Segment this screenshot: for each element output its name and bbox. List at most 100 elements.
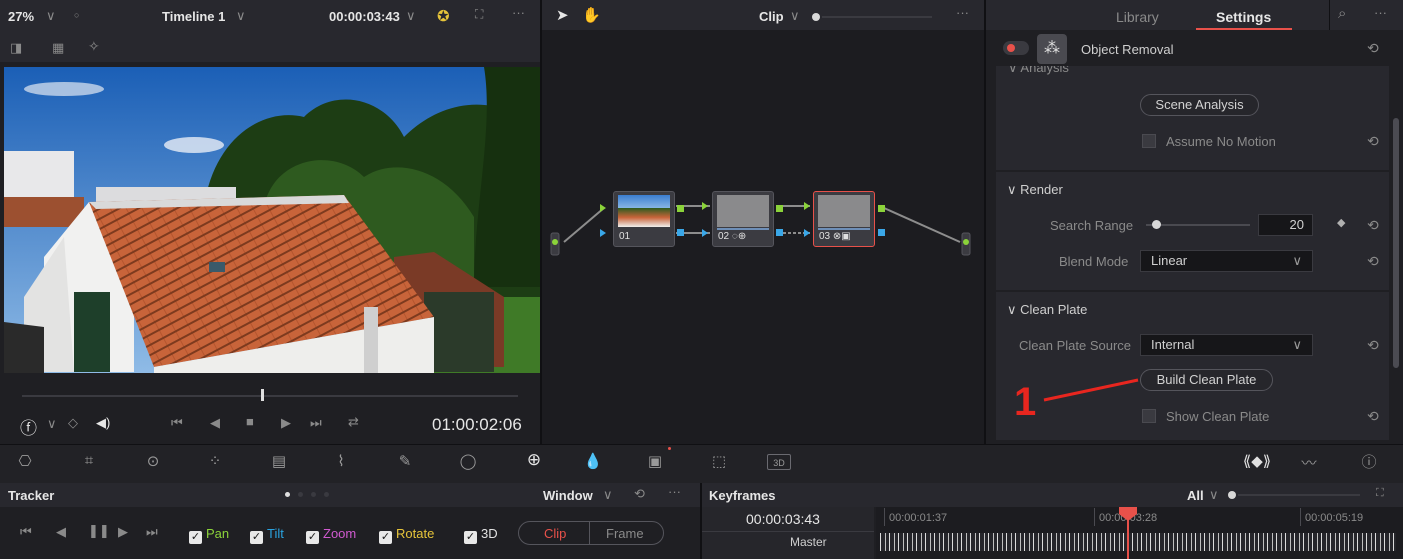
reset-icon[interactable]: ⟲	[634, 486, 645, 502]
more-icon[interactable]: ···	[668, 484, 681, 499]
camera-raw-icon[interactable]: ⎔	[12, 452, 38, 470]
build-clean-plate-button[interactable]: Build Clean Plate	[1140, 369, 1273, 391]
viewer-image[interactable]	[4, 67, 540, 373]
chevron-down-icon[interactable]: ∨	[236, 8, 246, 24]
pan-checkbox[interactable]: ✓ Pan	[189, 526, 229, 544]
scrollbar-thumb[interactable]	[1393, 118, 1399, 368]
hand-icon[interactable]: ✋	[582, 6, 601, 24]
search-icon[interactable]: ⌕	[1338, 5, 1346, 22]
node-output-port[interactable]	[677, 205, 684, 212]
keyframe-diamond-icon[interactable]: ◆	[1337, 216, 1345, 229]
tab-library[interactable]: Library	[1116, 9, 1159, 25]
keyframes-filter-dropdown[interactable]: All	[1187, 488, 1204, 503]
node-output-port[interactable]	[878, 229, 885, 236]
search-range-slider[interactable]	[1146, 224, 1250, 226]
track-forward-end-icon[interactable]: ⏭	[146, 524, 158, 540]
key-icon[interactable]: ▣	[642, 452, 668, 470]
effect-toggle[interactable]	[1003, 41, 1029, 55]
node-zoom-slider[interactable]	[822, 16, 932, 18]
rgb-mixer-icon[interactable]: ▤	[266, 452, 292, 470]
tab-settings[interactable]: Settings	[1216, 9, 1271, 25]
reset-icon[interactable]: ⟲	[1367, 40, 1379, 57]
reset-icon[interactable]: ⟲	[1367, 253, 1379, 270]
reset-icon[interactable]: ⟲	[1367, 408, 1379, 425]
reset-icon[interactable]: ⟲	[1367, 217, 1379, 234]
node-output-port[interactable]	[878, 205, 885, 212]
page-dot[interactable]	[298, 492, 303, 497]
fullscreen-icon[interactable]: ⛶	[1376, 487, 1384, 500]
node-mode-dropdown[interactable]: Clip	[759, 9, 784, 24]
chevron-down-icon[interactable]: ∨	[603, 487, 613, 503]
node-03[interactable]: 03 ⊗▣	[813, 191, 875, 247]
page-dot[interactable]	[311, 492, 316, 497]
node-output-port[interactable]	[776, 229, 783, 236]
track-reverse-icon[interactable]: ◀	[56, 524, 66, 540]
keyframes-zoom-slider[interactable]	[1238, 494, 1360, 496]
3d-palette-button[interactable]: 3D	[767, 454, 791, 470]
sizing-icon[interactable]: ⬚	[706, 452, 732, 470]
keyframes-palette-icon[interactable]: ⟪◆⟫	[1242, 452, 1272, 470]
playhead-marker[interactable]	[1119, 507, 1137, 521]
viewer-scrubber-track[interactable]	[22, 395, 518, 397]
more-icon[interactable]: ···	[1374, 5, 1387, 20]
go-to-end-icon[interactable]: ⏭	[310, 415, 322, 431]
clean-plate-source-dropdown[interactable]: Internal ∨	[1140, 334, 1313, 356]
qualifier-icon[interactable]: ✎	[392, 452, 418, 470]
play-icon[interactable]: ▶	[281, 415, 291, 431]
pointer-icon[interactable]: ➤	[556, 6, 569, 24]
tracker-window-dropdown[interactable]: Window	[543, 488, 593, 503]
node-output-port[interactable]	[776, 205, 783, 212]
color-wheels-icon[interactable]: ⊙	[140, 452, 166, 470]
fullscreen-icon[interactable]: ⛶	[475, 7, 483, 22]
keyframe-track-master[interactable]	[880, 533, 1396, 551]
zoom-checkbox[interactable]: ✓ Zoom	[306, 526, 356, 544]
node-01[interactable]: 01	[613, 191, 675, 247]
keyframes-playhead[interactable]	[1127, 519, 1129, 559]
track-forward-icon[interactable]: ▶	[118, 524, 128, 540]
layers-icon[interactable]: ◇	[68, 415, 78, 431]
blend-mode-dropdown[interactable]: Linear ∨	[1140, 250, 1313, 272]
node-zoom-slider-handle[interactable]	[812, 13, 820, 21]
more-icon[interactable]: ···	[512, 5, 525, 20]
tracker-palette-icon[interactable]: ⊕	[520, 450, 548, 470]
loop-icon[interactable]: ⇄	[348, 414, 359, 430]
go-to-start-icon[interactable]: ⏮	[171, 415, 183, 431]
pause-icon[interactable]: ❚❚	[88, 523, 110, 539]
section-analysis[interactable]: ∨ Analysis	[996, 66, 1389, 78]
tilt-checkbox[interactable]: ✓ Tilt	[250, 526, 284, 544]
track-reverse-start-icon[interactable]: ⏮	[20, 524, 32, 540]
window-icon[interactable]: ◯	[455, 452, 481, 470]
reset-icon[interactable]: ⟲	[1367, 337, 1379, 354]
grid-view-icon[interactable]: ▦	[52, 40, 64, 56]
magic-wand-icon[interactable]: ✧	[88, 38, 100, 55]
chevron-down-icon[interactable]: ∨	[406, 8, 416, 24]
node-02[interactable]: 02 ◌⊕	[712, 191, 774, 247]
chevron-down-icon[interactable]: ∨	[1209, 487, 1219, 503]
chevron-down-icon[interactable]: ∨	[47, 416, 57, 432]
viewer-playhead[interactable]	[261, 389, 264, 401]
page-dot-active[interactable]	[285, 492, 290, 497]
fx-icon[interactable]: ⓕ	[20, 414, 37, 439]
rotate-checkbox[interactable]: ✓ Rotate	[379, 526, 434, 544]
3d-checkbox[interactable]: ✓ 3D	[464, 526, 498, 544]
color-wheel-icon[interactable]: ✪	[437, 7, 450, 25]
more-icon[interactable]: ···	[956, 5, 969, 20]
tab-clip[interactable]: Clip	[544, 526, 566, 541]
timeline-name[interactable]: Timeline 1	[162, 9, 225, 24]
chevron-down-icon[interactable]: ∨	[790, 8, 800, 24]
scopes-icon[interactable]: 〰	[1296, 452, 1322, 473]
section-render[interactable]: ∨ Render	[1007, 182, 1063, 198]
zoom-level[interactable]: 27%	[8, 9, 34, 24]
curves-icon[interactable]: ⌇	[328, 452, 354, 470]
hdr-icon[interactable]: ⁘	[202, 452, 228, 470]
stop-icon[interactable]: ■	[246, 414, 254, 429]
speaker-icon[interactable]: ◀)	[96, 415, 110, 431]
info-icon[interactable]: ⓘ	[1356, 451, 1382, 472]
split-view-icon[interactable]: ◨	[10, 40, 22, 56]
node-output-port[interactable]	[677, 229, 684, 236]
search-range-input[interactable]: 20	[1258, 214, 1313, 236]
color-match-icon[interactable]: ⌗	[76, 452, 102, 469]
reset-icon[interactable]: ⟲	[1367, 133, 1379, 150]
section-clean-plate[interactable]: ∨ Clean Plate	[1007, 302, 1087, 318]
assume-no-motion-checkbox[interactable]	[1142, 134, 1156, 148]
